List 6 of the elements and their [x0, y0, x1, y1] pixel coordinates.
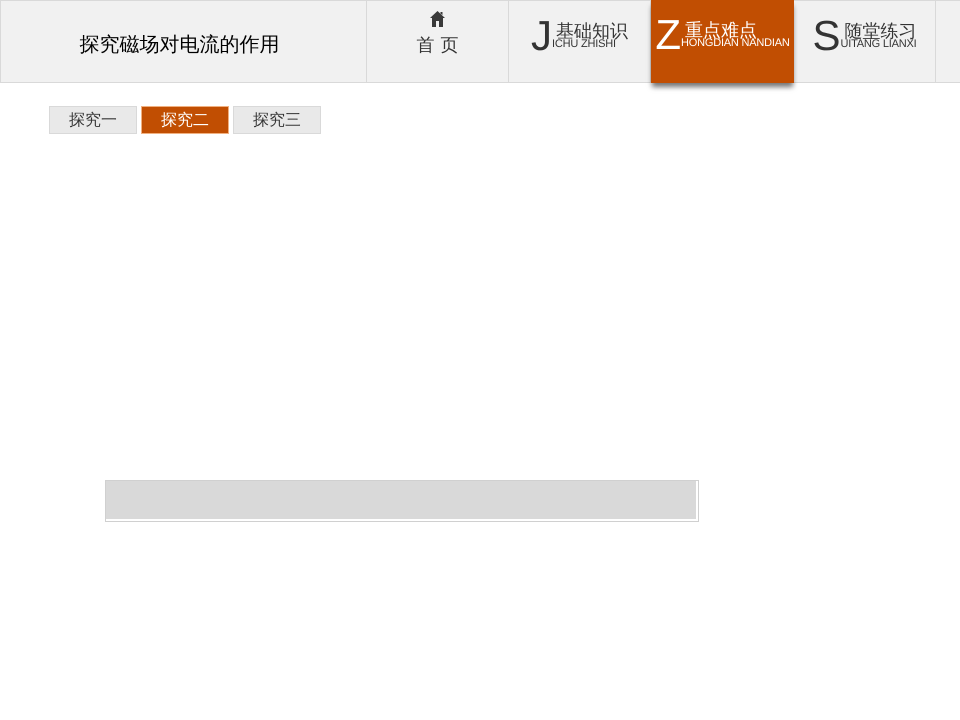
- sub-tab[interactable]: 探究一: [49, 106, 137, 134]
- page-title: 探究磁场对电流的作用: [80, 30, 280, 58]
- home-icon: [430, 11, 445, 27]
- sub-tab[interactable]: 探究三: [233, 106, 321, 134]
- sub-tab[interactable]: 探究二: [141, 106, 229, 134]
- home-button[interactable]: 首 页: [367, 1, 509, 82]
